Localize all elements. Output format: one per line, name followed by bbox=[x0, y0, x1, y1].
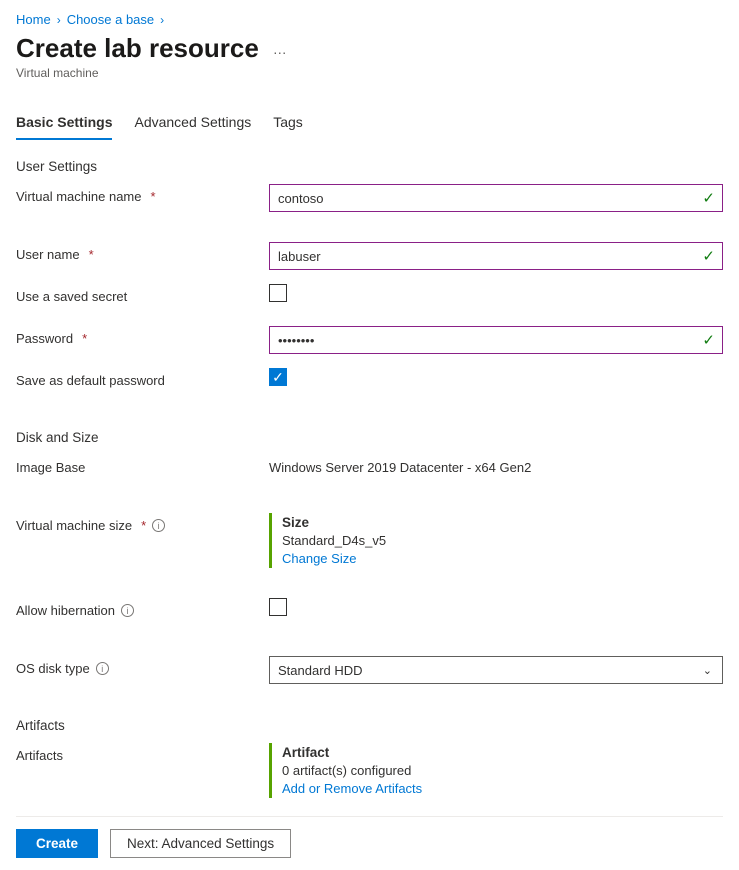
size-card-value: Standard_D4s_v5 bbox=[282, 533, 723, 548]
section-artifacts: Artifacts bbox=[16, 718, 723, 733]
tab-advanced-settings[interactable]: Advanced Settings bbox=[134, 108, 251, 140]
next-advanced-settings-button[interactable]: Next: Advanced Settings bbox=[110, 829, 291, 858]
label-allow-hibernation: Allow hibernation bbox=[16, 603, 115, 618]
tab-tags[interactable]: Tags bbox=[273, 108, 303, 140]
info-icon[interactable]: i bbox=[121, 604, 134, 617]
allow-hibernation-checkbox[interactable] bbox=[269, 598, 287, 616]
chevron-down-icon: ⌄ bbox=[703, 664, 712, 677]
breadcrumb: Home › Choose a base › bbox=[16, 12, 723, 27]
label-image-base: Image Base bbox=[16, 460, 85, 475]
user-name-input[interactable] bbox=[269, 242, 723, 270]
info-icon[interactable]: i bbox=[96, 662, 109, 675]
section-user-settings: User Settings bbox=[16, 159, 723, 174]
password-input[interactable] bbox=[269, 326, 723, 354]
more-actions-button[interactable]: … bbox=[269, 41, 292, 57]
page-subtitle: Virtual machine bbox=[16, 66, 723, 80]
add-remove-artifacts-link[interactable]: Add or Remove Artifacts bbox=[282, 781, 723, 796]
required-icon: * bbox=[141, 518, 146, 533]
label-os-disk-type: OS disk type bbox=[16, 661, 90, 676]
page-title: Create lab resource bbox=[16, 33, 259, 64]
required-icon: * bbox=[82, 331, 87, 346]
change-size-link[interactable]: Change Size bbox=[282, 551, 723, 566]
tab-basic-settings[interactable]: Basic Settings bbox=[16, 108, 112, 140]
label-artifacts: Artifacts bbox=[16, 748, 63, 763]
label-password: Password bbox=[16, 331, 73, 346]
os-disk-type-select[interactable]: Standard HDD ⌄ bbox=[269, 656, 723, 684]
use-saved-secret-checkbox[interactable] bbox=[269, 284, 287, 302]
artifact-card-body: 0 artifact(s) configured bbox=[282, 763, 723, 778]
required-icon: * bbox=[89, 247, 94, 262]
footer: Create Next: Advanced Settings bbox=[16, 816, 723, 870]
size-card-title: Size bbox=[282, 515, 723, 530]
label-use-saved-secret: Use a saved secret bbox=[16, 289, 127, 304]
section-disk-and-size: Disk and Size bbox=[16, 430, 723, 445]
required-icon: * bbox=[151, 189, 156, 204]
label-user-name: User name bbox=[16, 247, 80, 262]
artifact-card-title: Artifact bbox=[282, 745, 723, 760]
info-icon[interactable]: i bbox=[152, 519, 165, 532]
label-vm-size: Virtual machine size bbox=[16, 518, 132, 533]
label-vm-name: Virtual machine name bbox=[16, 189, 142, 204]
artifact-card: Artifact 0 artifact(s) configured Add or… bbox=[269, 743, 723, 798]
save-default-password-checkbox[interactable]: ✓ bbox=[269, 368, 287, 386]
breadcrumb-choose-base[interactable]: Choose a base bbox=[67, 12, 154, 27]
chevron-right-icon: › bbox=[160, 13, 164, 27]
chevron-right-icon: › bbox=[57, 13, 61, 27]
tabs: Basic Settings Advanced Settings Tags bbox=[16, 108, 723, 141]
create-button[interactable]: Create bbox=[16, 829, 98, 858]
image-base-value: Windows Server 2019 Datacenter - x64 Gen… bbox=[269, 455, 723, 475]
vm-name-input[interactable] bbox=[269, 184, 723, 212]
breadcrumb-home[interactable]: Home bbox=[16, 12, 51, 27]
size-card: Size Standard_D4s_v5 Change Size bbox=[269, 513, 723, 568]
label-save-default-password: Save as default password bbox=[16, 373, 165, 388]
os-disk-type-value: Standard HDD bbox=[278, 663, 363, 678]
